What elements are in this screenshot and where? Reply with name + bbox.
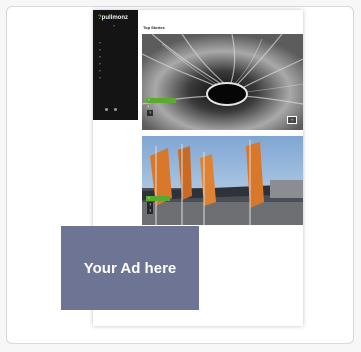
sidebar-nav-item[interactable]: ?	[99, 42, 101, 45]
story-card[interactable]: ? ? ? ?	[142, 34, 303, 130]
read-more-button[interactable]: ?	[287, 116, 297, 124]
story-headline: ? ?	[147, 104, 154, 116]
social-icon[interactable]	[114, 108, 117, 111]
sidebar-nav-item[interactable]: ?	[99, 49, 101, 52]
story-headline: ? ?	[147, 202, 154, 214]
ad-text: Your Ad here	[83, 259, 177, 277]
story-tag: ?	[146, 196, 170, 201]
sidebar-nav-item[interactable]: ?	[99, 56, 101, 59]
logo-subtitle: ?	[113, 24, 115, 28]
sidebar-nav-item[interactable]: ?	[99, 77, 101, 80]
sidebar-nav-item[interactable]: ?	[99, 63, 101, 66]
sidebar-nav-item[interactable]: ?	[99, 70, 101, 73]
sidebar-nav: ? ? ? ? ? ?	[99, 42, 101, 84]
story-headline-line: ?	[147, 110, 154, 116]
story-image-flags	[142, 136, 303, 225]
sidebar: ?pullmonz ? ? ? ? ? ? ?	[93, 10, 138, 120]
ad-placeholder[interactable]: Your Ad here	[61, 226, 199, 310]
social-icon[interactable]	[105, 108, 108, 111]
logo-name: pullmonz	[101, 15, 129, 21]
story-image-tunnel	[142, 34, 303, 130]
story-card[interactable]: ? ? ?	[142, 136, 303, 225]
social-links	[105, 98, 123, 116]
story-headline-line: ?	[147, 208, 154, 214]
site-logo[interactable]: ?pullmonz	[98, 15, 128, 21]
story-tag: ?	[146, 98, 176, 103]
section-title: Top Stories	[143, 25, 165, 30]
